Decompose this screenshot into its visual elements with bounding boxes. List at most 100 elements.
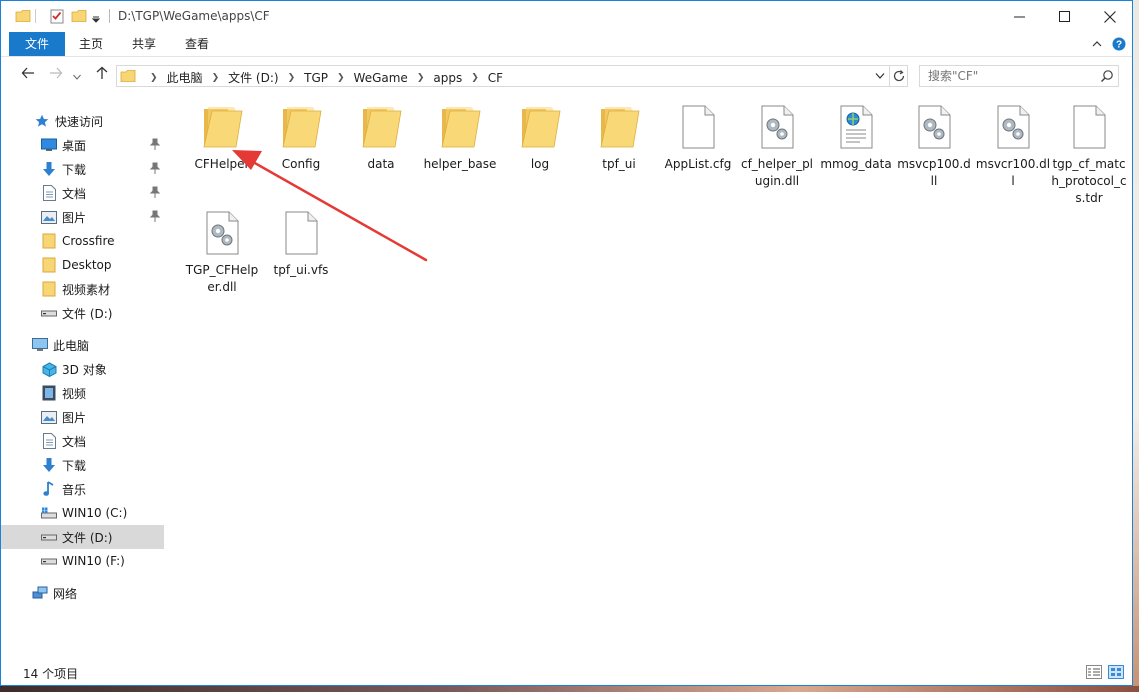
file-name: tpf_ui [602, 157, 636, 171]
file-name: mmog_data [820, 157, 892, 171]
recent-locations-button[interactable] [71, 66, 83, 84]
address-bar[interactable]: ❯ 此电脑 ❯ 文件 (D:) ❯ TGP ❯ WeGame ❯ apps ❯ … [116, 65, 908, 87]
nav-item-desktop-folder[interactable]: Desktop [1, 253, 164, 277]
nav-item-drive-d-quick[interactable]: 文件 (D:) [1, 301, 164, 325]
nav-item-documents[interactable]: 文档 [1, 181, 164, 205]
maximize-icon [1058, 11, 1070, 22]
chevron-right-icon[interactable]: ❯ [471, 73, 479, 83]
close-icon [1104, 10, 1116, 23]
back-button[interactable] [19, 66, 37, 84]
folder-item[interactable]: data [341, 103, 421, 173]
chevron-right-icon[interactable]: ❯ [337, 73, 345, 83]
file-item[interactable]: mmog_data [816, 103, 896, 173]
pin-icon[interactable] [150, 162, 160, 174]
nav-item-drive-d[interactable]: 文件 (D:) [1, 525, 164, 549]
document-icon [41, 185, 57, 201]
nav-item-pictures-pc[interactable]: 图片 [1, 405, 164, 429]
breadcrumb-apps[interactable]: apps [433, 71, 462, 85]
address-row: ❯ 此电脑 ❯ 文件 (D:) ❯ TGP ❯ WeGame ❯ apps ❯ … [1, 58, 1132, 92]
breadcrumb-wegame[interactable]: WeGame [354, 71, 408, 85]
drive-icon [41, 305, 57, 321]
nav-item-drive-f[interactable]: WIN10 (F:) [1, 549, 164, 573]
folder-item[interactable]: Config [261, 103, 341, 173]
nav-this-pc[interactable]: 此电脑 [1, 333, 164, 357]
details-view-icon[interactable] [1086, 665, 1102, 679]
nav-item-pictures[interactable]: 图片 [1, 205, 164, 229]
minimize-button[interactable] [996, 1, 1042, 32]
address-history-icon[interactable] [875, 72, 885, 80]
nav-label: WIN10 (C:) [62, 506, 128, 520]
refresh-icon[interactable] [892, 69, 906, 83]
help-icon[interactable]: ? [1112, 37, 1126, 51]
picture-icon [41, 409, 57, 425]
tab-file[interactable]: 文件 [9, 32, 65, 56]
tab-share[interactable]: 共享 [120, 32, 168, 56]
video-icon [41, 385, 57, 401]
folder-item[interactable]: helper_base [420, 103, 500, 173]
drive-icon [41, 529, 57, 545]
folder-icon [436, 103, 484, 151]
nav-item-music[interactable]: 音乐 [1, 477, 164, 501]
file-name: msvcr100.dll [975, 157, 1051, 188]
file-item[interactable]: AppList.cfg [658, 103, 738, 173]
pin-icon[interactable] [150, 210, 160, 222]
maximize-button[interactable] [1041, 1, 1087, 32]
nav-label: 此电脑 [53, 338, 90, 353]
properties-icon[interactable] [49, 8, 65, 24]
chevron-right-icon[interactable]: ❯ [288, 73, 296, 83]
forward-button[interactable] [47, 66, 65, 84]
nav-label: 图片 [62, 210, 87, 225]
pin-icon[interactable] [150, 138, 160, 150]
file-name: data [367, 157, 395, 171]
breadcrumb-cf[interactable]: CF [488, 71, 503, 85]
folder-item[interactable]: log [500, 103, 580, 173]
tab-view[interactable]: 查看 [173, 32, 221, 56]
ribbon-tabs: 文件 主页 共享 查看 ? [1, 32, 1132, 57]
nav-item-desktop[interactable]: 桌面 [1, 133, 164, 157]
large-icons-view-icon[interactable] [1108, 665, 1124, 679]
nav-item-video-assets[interactable]: 视频素材 [1, 277, 164, 301]
breadcrumb-drive-d[interactable]: 文件 (D:) [228, 69, 278, 86]
chevron-right-icon[interactable]: ❯ [212, 73, 220, 83]
nav-item-videos[interactable]: 视频 [1, 381, 164, 405]
chevron-right-icon[interactable]: ❯ [150, 73, 158, 83]
nav-label: 下载 [62, 458, 87, 473]
nav-quick-access[interactable]: 快速访问 [1, 109, 164, 133]
search-icon[interactable] [1100, 69, 1114, 83]
breadcrumb: ❯ 此电脑 ❯ 文件 (D:) ❯ TGP ❯ WeGame ❯ apps ❯ … [141, 69, 503, 86]
tab-home[interactable]: 主页 [67, 32, 115, 56]
nav-item-downloads[interactable]: 下载 [1, 157, 164, 181]
file-item[interactable]: msvcp100.dll [894, 103, 974, 190]
file-item[interactable]: msvcr100.dll [973, 103, 1053, 190]
new-folder-icon[interactable] [71, 8, 87, 24]
chevron-right-icon[interactable]: ❯ [417, 73, 425, 83]
folder-icon [41, 233, 57, 249]
folder-item[interactable]: CFHelper [182, 103, 262, 173]
folder-item[interactable]: tpf_ui [579, 103, 659, 173]
file-item[interactable]: tgp_cf_match_protocol_cs.tdr [1049, 103, 1129, 207]
expand-ribbon-icon[interactable] [1092, 40, 1102, 48]
folder-icon [120, 70, 136, 82]
close-button[interactable] [1087, 1, 1132, 32]
nav-label: Crossfire [62, 234, 115, 248]
folder-icon [15, 10, 31, 22]
nav-item-documents-pc[interactable]: 文档 [1, 429, 164, 453]
pin-icon[interactable] [150, 186, 160, 198]
breadcrumb-this-pc[interactable]: 此电脑 [167, 69, 203, 86]
nav-item-drive-c[interactable]: WIN10 (C:) [1, 501, 164, 525]
download-icon [41, 457, 57, 473]
nav-network[interactable]: 网络 [1, 581, 164, 605]
web-file-icon [832, 103, 880, 151]
nav-item-crossfire[interactable]: Crossfire [1, 229, 164, 253]
search-input[interactable] [920, 66, 1096, 86]
nav-item-downloads-pc[interactable]: 下载 [1, 453, 164, 477]
customize-toolbar-icon[interactable] [91, 8, 101, 24]
up-button[interactable] [93, 66, 111, 84]
nav-item-3d-objects[interactable]: 3D 对象 [1, 357, 164, 381]
breadcrumb-tgp[interactable]: TGP [304, 71, 328, 85]
file-item[interactable]: tpf_ui.vfs [261, 209, 341, 279]
file-icon [674, 103, 722, 151]
arrow-left-icon [21, 67, 34, 79]
file-item[interactable]: TGP_CFHelper.dll [182, 209, 262, 296]
file-item[interactable]: cf_helper_plugin.dll [737, 103, 817, 190]
